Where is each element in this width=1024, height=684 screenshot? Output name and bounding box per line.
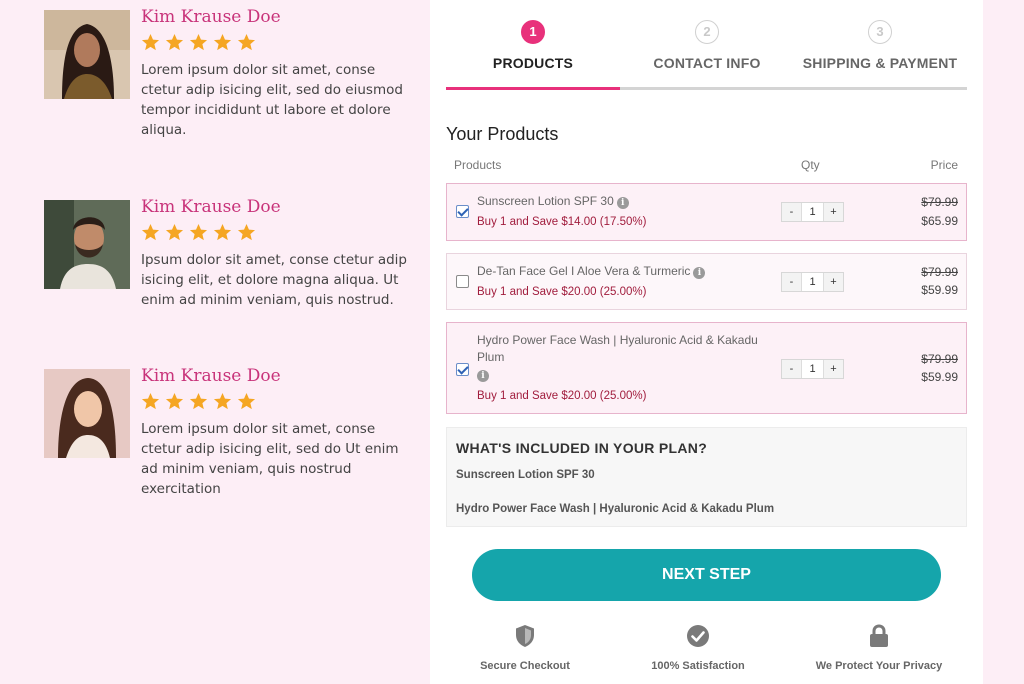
lock-icon: [870, 624, 888, 647]
step-label: PRODUCTS: [492, 55, 574, 71]
star-icon: [237, 392, 256, 410]
reviewer-name: Kim Krause Doe: [141, 366, 281, 386]
quantity-stepper: - 1 +: [781, 359, 844, 379]
check-circle-icon: [687, 625, 709, 647]
review-text: Ipsum dolor sit amet, conse ctetur adip …: [141, 252, 407, 308]
trust-label: We Protect Your Privacy: [815, 660, 943, 672]
step-products[interactable]: 1 PRODUCTS: [446, 18, 620, 71]
product-row: De-Tan Face Gel I Aloe Vera & Turmeric i …: [446, 253, 967, 310]
step-shipping-payment[interactable]: 3 SHIPPING & PAYMENT: [793, 18, 967, 71]
reviewer-avatar: [44, 369, 130, 458]
column-header-price: Price: [930, 158, 958, 172]
next-step-button[interactable]: NEXT STEP: [472, 549, 941, 601]
info-icon[interactable]: i: [477, 370, 489, 382]
reviewer-name: Kim Krause Doe: [141, 7, 281, 27]
star-icon: [165, 33, 184, 51]
product-row: Sunscreen Lotion SPF 30 i Buy 1 and Save …: [446, 183, 967, 241]
qty-minus-button[interactable]: -: [782, 360, 801, 378]
original-price: $79.99: [921, 195, 958, 209]
shield-icon: [516, 625, 534, 647]
star-icon: [141, 223, 160, 241]
product-checkbox[interactable]: [456, 205, 469, 218]
qty-plus-button[interactable]: +: [824, 203, 843, 221]
star-icon: [237, 223, 256, 241]
section-title: Your Products: [446, 124, 559, 144]
rating-stars: [141, 392, 409, 414]
reviewer-name: Kim Krause Doe: [141, 197, 281, 217]
savings-text: Buy 1 and Save $14.00 (17.50%): [477, 216, 647, 228]
sale-price: $59.99: [921, 370, 958, 384]
star-icon: [141, 33, 160, 51]
star-icon: [141, 392, 160, 410]
sale-price: $65.99: [921, 214, 958, 228]
rating-stars: [141, 223, 409, 245]
review-text: Lorem ipsum dolor sit amet, conse ctetur…: [141, 62, 403, 138]
plan-item: Sunscreen Lotion SPF 30: [456, 469, 595, 481]
progress-fill: [446, 87, 620, 90]
star-icon: [189, 33, 208, 51]
product-name: Hydro Power Face Wash | Hyaluronic Acid …: [477, 333, 758, 382]
checkout-panel: 1 PRODUCTS 2 CONTACT INFO 3 SHIPPING & P…: [430, 0, 983, 684]
product-checkbox[interactable]: [456, 275, 469, 288]
qty-minus-button[interactable]: -: [782, 273, 801, 291]
quantity-stepper: - 1 +: [781, 202, 844, 222]
original-price: $79.99: [921, 265, 958, 279]
savings-text: Buy 1 and Save $20.00 (25.00%): [477, 390, 647, 402]
product-row: Hydro Power Face Wash | Hyaluronic Acid …: [446, 322, 967, 414]
star-icon: [165, 392, 184, 410]
star-icon: [165, 223, 184, 241]
plan-item: Hydro Power Face Wash | Hyaluronic Acid …: [456, 503, 775, 515]
star-icon: [213, 223, 232, 241]
qty-value[interactable]: 1: [801, 360, 824, 378]
savings-text: Buy 1 and Save $20.00 (25.00%): [477, 286, 647, 298]
step-label: CONTACT INFO: [653, 55, 761, 71]
qty-minus-button[interactable]: -: [782, 203, 801, 221]
reviewer-avatar: [44, 200, 130, 289]
column-header-qty: Qty: [801, 158, 820, 172]
quantity-stepper: - 1 +: [781, 272, 844, 292]
step-label: SHIPPING & PAYMENT: [802, 55, 958, 71]
star-icon: [189, 392, 208, 410]
qty-plus-button[interactable]: +: [824, 360, 843, 378]
info-icon[interactable]: i: [693, 267, 706, 279]
star-icon: [213, 392, 232, 410]
plan-summary: WHAT'S INCLUDED IN YOUR PLAN? Sunscreen …: [446, 427, 967, 527]
star-icon: [237, 33, 256, 51]
review-text: Lorem ipsum dolor sit amet, conse ctetur…: [141, 421, 399, 497]
trust-badge: 100% Satisfaction: [623, 624, 773, 672]
product-name: De-Tan Face Gel I Aloe Vera & Turmeric i: [477, 263, 706, 280]
sale-price: $59.99: [921, 283, 958, 297]
step-contact-info[interactable]: 2 CONTACT INFO: [620, 18, 794, 71]
step-number: 1: [521, 20, 545, 44]
reviewer-avatar: [44, 10, 130, 99]
info-icon[interactable]: i: [616, 197, 629, 209]
product-checkbox[interactable]: [456, 363, 469, 376]
original-price: $79.99: [921, 352, 958, 366]
checkout-steps: 1 PRODUCTS 2 CONTACT INFO 3 SHIPPING & P…: [446, 18, 967, 92]
plan-summary-heading: WHAT'S INCLUDED IN YOUR PLAN?: [456, 440, 708, 456]
product-name: Sunscreen Lotion SPF 30 i: [477, 193, 629, 210]
step-number: 3: [868, 20, 892, 44]
star-icon: [189, 223, 208, 241]
trust-label: Secure Checkout: [480, 660, 570, 672]
step-number: 2: [695, 20, 719, 44]
qty-value[interactable]: 1: [801, 273, 824, 291]
qty-value[interactable]: 1: [801, 203, 824, 221]
column-header-products: Products: [454, 158, 502, 172]
rating-stars: [141, 33, 409, 55]
trust-label: 100% Satisfaction: [651, 660, 745, 672]
qty-plus-button[interactable]: +: [824, 273, 843, 291]
trust-badge: Secure Checkout: [450, 624, 600, 672]
trust-badge: We Protect Your Privacy: [804, 624, 954, 672]
star-icon: [213, 33, 232, 51]
